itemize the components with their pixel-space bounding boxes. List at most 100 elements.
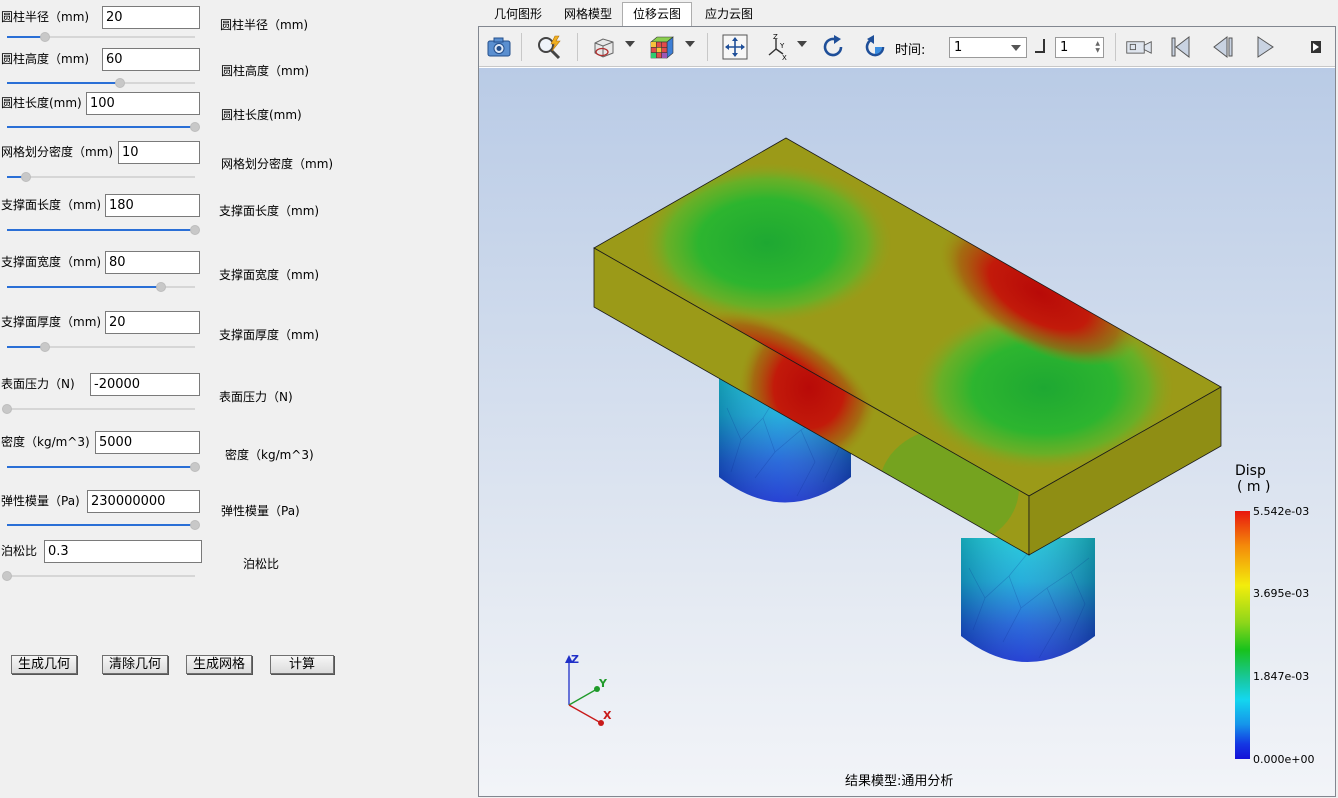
support-thickness-slider[interactable] [7, 342, 195, 352]
slider-thumb[interactable] [2, 404, 12, 414]
slider-fill [7, 82, 120, 84]
slider-thumb[interactable] [39, 32, 50, 42]
toolbar-separator [1115, 33, 1116, 61]
support-length-slider[interactable] [7, 225, 200, 235]
cylinder-length-side-label: 圆柱长度(mm) [221, 108, 302, 122]
slider-fill [7, 229, 195, 231]
tab-displacement[interactable]: 位移云图 [622, 2, 692, 28]
step-spinbox[interactable]: 1 ▲ ▼ [1055, 37, 1104, 58]
previous-frame-icon[interactable] [1209, 33, 1237, 61]
slider-fill [7, 286, 162, 288]
chevron-down-icon[interactable] [797, 41, 807, 47]
elastic-modulus-side-label: 弹性模量（Pa) [221, 504, 300, 518]
toolbar-separator [521, 33, 522, 61]
slider-thumb[interactable] [2, 571, 12, 581]
slider-thumb[interactable] [156, 282, 167, 292]
support-width-side-label: 支撑面宽度（mm) [219, 268, 320, 282]
elastic-modulus-slider[interactable] [7, 520, 200, 530]
first-frame-icon[interactable] [1167, 33, 1195, 61]
cylinder-radius-slider[interactable] [7, 32, 195, 42]
poisson-ratio-slider[interactable] [2, 571, 195, 581]
slider-thumb[interactable] [190, 122, 200, 132]
slider-thumb[interactable] [190, 462, 200, 472]
svg-text:X: X [782, 54, 787, 61]
slider-track [7, 176, 195, 178]
z-axis-label: Z [571, 653, 579, 666]
legend-tick: 0.000e+00 [1253, 753, 1315, 766]
view-toolbar: Z Y X 时间: 1 1 ▲ ▼ [479, 27, 1335, 67]
chevron-down-icon [1011, 45, 1021, 51]
play-icon[interactable] [1251, 33, 1279, 61]
elastic-modulus-input[interactable]: 230000000 [87, 490, 200, 513]
density-slider[interactable] [7, 462, 200, 472]
poisson-ratio-side-label: 泊松比 [243, 557, 280, 571]
svg-text:Y: Y [779, 42, 785, 50]
support-length-side-label: 支撑面长度（mm) [219, 204, 320, 218]
slider-fill [7, 36, 45, 38]
compute-button[interactable]: 计算 [270, 655, 334, 674]
surface-pressure-slider[interactable] [2, 404, 195, 414]
density-input[interactable]: 5000 [95, 431, 200, 454]
cylinder-height-slider[interactable] [7, 78, 195, 88]
more-tools-icon[interactable] [1309, 33, 1323, 61]
record-video-icon[interactable] [1125, 33, 1153, 61]
time-select[interactable]: 1 [949, 37, 1027, 58]
chevron-down-icon[interactable] [685, 41, 695, 47]
time-label: 时间: [895, 43, 926, 58]
fit-view-icon[interactable] [721, 33, 749, 61]
support-thickness-label: 支撑面厚度（mm) [1, 315, 102, 329]
mesh-density-input[interactable]: 10 [118, 141, 200, 164]
display-mode-icon[interactable] [589, 33, 617, 61]
slider-thumb[interactable] [114, 78, 125, 88]
result-panel: 几何图形 网格模型 位移云图 应力云图 Z Y X 时间: 1 1 ▲ ▼ Z … [478, 0, 1338, 798]
legend-colorbar [1235, 511, 1250, 759]
cylinder-height-label: 圆柱高度（mm) [1, 52, 90, 66]
status-text: 结果模型:通用分析 [845, 774, 954, 789]
support-width-label: 支撑面宽度（mm) [1, 255, 102, 269]
generate-geometry-button[interactable]: 生成几何 [11, 655, 77, 674]
mesh-density-label: 网格划分密度（mm) [1, 145, 114, 159]
slider-thumb[interactable] [39, 342, 50, 352]
mesh-density-side-label: 网格划分密度（mm) [221, 157, 334, 171]
slider-fill [7, 524, 195, 526]
zoom-auto-icon[interactable] [535, 33, 563, 61]
rotate-icon[interactable] [819, 33, 847, 61]
cylinder-radius-side-label: 圆柱半径（mm) [220, 18, 309, 32]
camera-icon[interactable] [485, 33, 513, 61]
slider-thumb[interactable] [190, 520, 200, 530]
support-thickness-side-label: 支撑面厚度（mm) [219, 328, 320, 342]
reset-view-icon[interactable] [861, 33, 889, 61]
generate-mesh-button[interactable]: 生成网格 [186, 655, 252, 674]
tab-mesh[interactable]: 网格模型 [552, 3, 624, 26]
poisson-ratio-label: 泊松比 [1, 544, 38, 558]
spin-arrows-icon[interactable]: ▲ ▼ [1095, 40, 1100, 54]
tab-geometry[interactable]: 几何图形 [484, 3, 552, 26]
mesh-density-slider[interactable] [7, 172, 195, 182]
colormap-cube-icon[interactable] [647, 33, 675, 61]
poisson-ratio-input[interactable]: 0.3 [44, 540, 202, 563]
slider-track [7, 408, 195, 410]
slider-thumb[interactable] [20, 172, 31, 182]
support-width-slider[interactable] [7, 282, 195, 292]
surface-pressure-input[interactable]: -20000 [90, 373, 200, 396]
slider-thumb[interactable] [190, 225, 200, 235]
step-value: 1 [1060, 40, 1069, 55]
legend-title: Disp [1235, 463, 1266, 479]
cylinder-length-label: 圆柱长度(mm) [1, 96, 82, 110]
cylinder-height-input[interactable]: 60 [102, 48, 200, 71]
support-width-input[interactable]: 80 [105, 251, 200, 274]
cylinder-height-side-label: 圆柱高度（mm) [221, 64, 310, 78]
parameter-panel: 圆柱半径（mm) 20 圆柱半径（mm) 圆柱高度（mm) 60 圆柱高度（mm) 圆柱长度… [0, 0, 478, 798]
axis-view-icon[interactable]: Z Y X [763, 33, 791, 61]
support-length-input[interactable]: 180 [105, 194, 200, 217]
chevron-down-icon[interactable] [625, 41, 635, 47]
cylinder-length-slider[interactable] [7, 122, 200, 132]
support-thickness-input[interactable]: 20 [105, 311, 200, 334]
step-end-icon [1035, 39, 1045, 53]
slider-fill [7, 346, 45, 348]
clear-geometry-button[interactable]: 清除几何 [102, 655, 168, 674]
cylinder-length-input[interactable]: 100 [86, 92, 200, 115]
tab-stress[interactable]: 应力云图 [694, 3, 764, 26]
cylinder-radius-input[interactable]: 20 [102, 6, 200, 29]
3d-viewport[interactable]: Z Y X Disp ( m ) 5.542e-03 3.695e-03 1.8… [479, 68, 1335, 796]
